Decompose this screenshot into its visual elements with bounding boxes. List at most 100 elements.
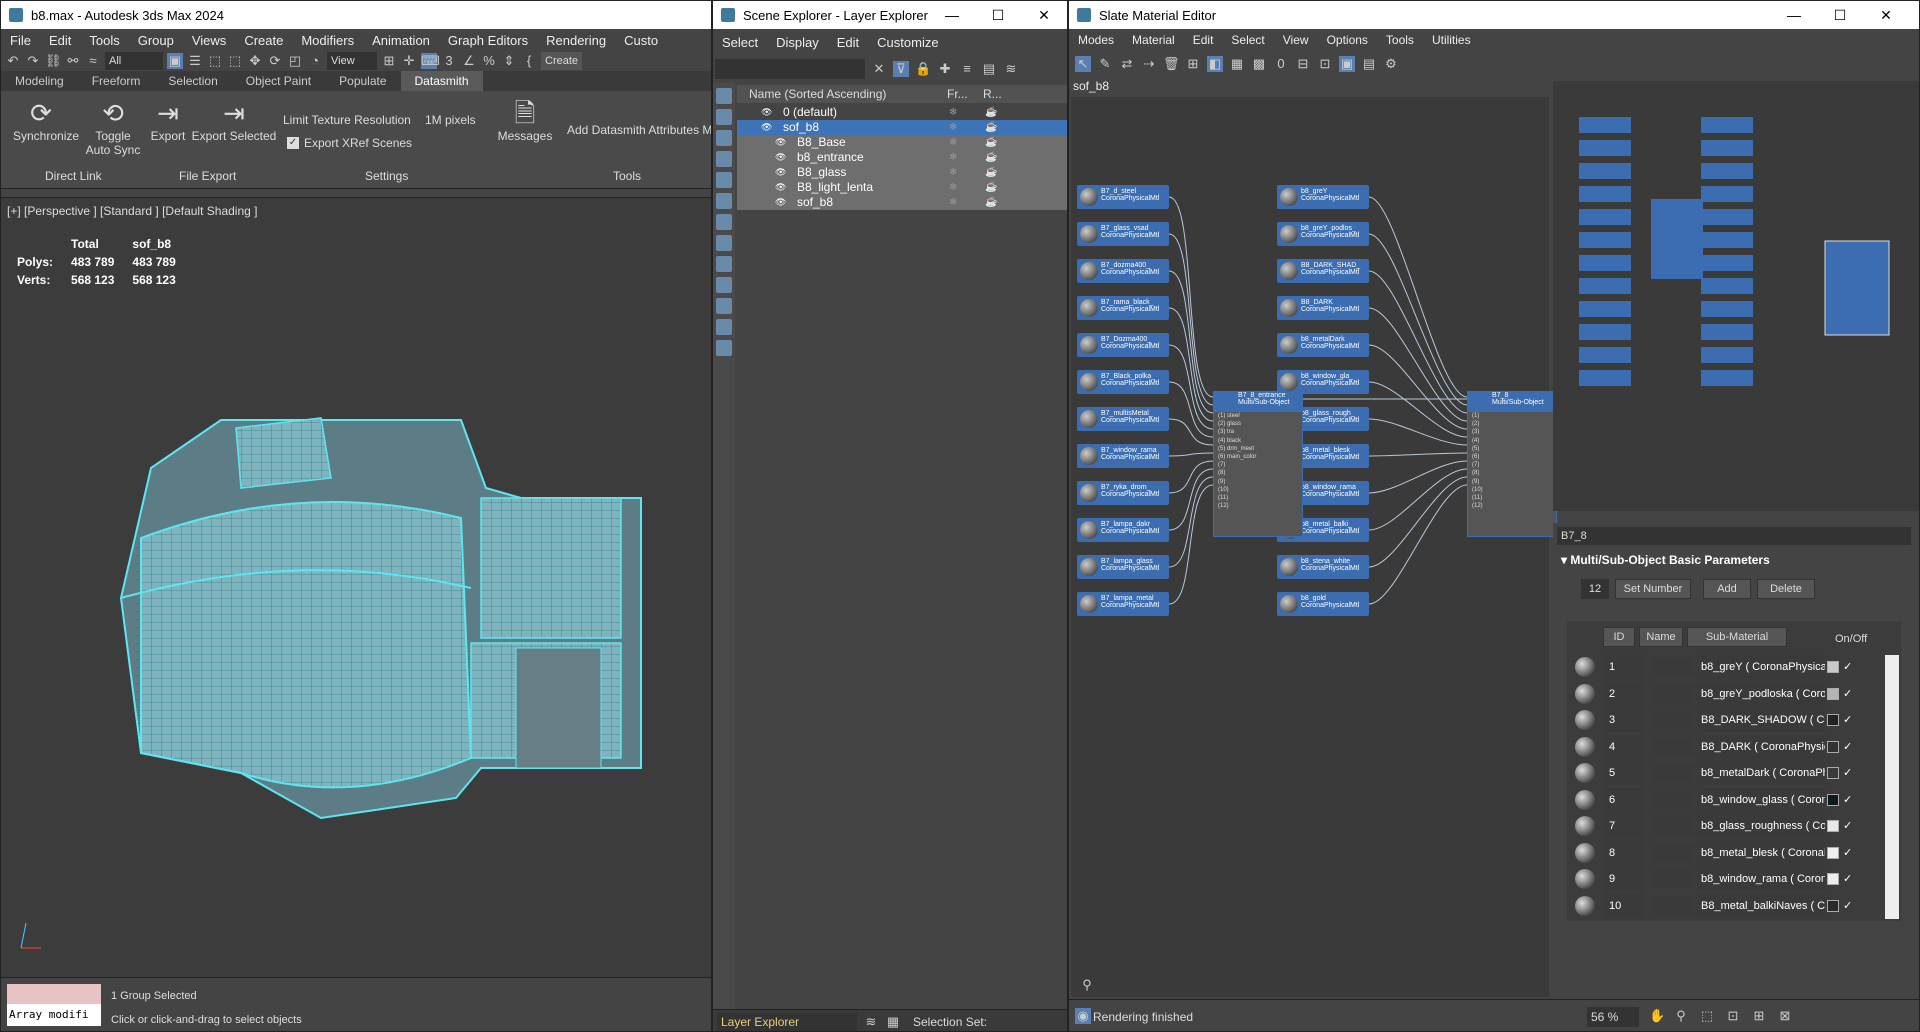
name-column-header[interactable]: Name (Sorted Ascending) bbox=[749, 87, 886, 101]
submaterial-name-field[interactable] bbox=[1653, 684, 1693, 703]
submaterial-name-field[interactable] bbox=[1653, 817, 1693, 835]
layer-row[interactable]: 👁 sof_b8 ❄ ☕ bbox=[737, 120, 1067, 135]
submaterial-color-swatch[interactable] bbox=[1827, 661, 1839, 673]
submaterial-row[interactable]: 4 B8_DARK ( CoronaPhysica ✓ bbox=[1571, 734, 1891, 759]
submaterial-name-field[interactable] bbox=[1653, 764, 1693, 782]
freeze-icon[interactable]: ❄ bbox=[949, 165, 957, 180]
max-menu-item[interactable]: Graph Editors bbox=[439, 33, 537, 48]
maxscript-listener-pink[interactable] bbox=[7, 984, 101, 1004]
render-icon[interactable]: ☕ bbox=[985, 165, 997, 180]
material-node[interactable]: B8_DARK CoronaPhysicalMtl bbox=[1277, 296, 1369, 320]
navigator-panel[interactable] bbox=[1553, 81, 1919, 511]
submaterial-scrollbar[interactable] bbox=[1885, 655, 1899, 919]
node-slot[interactable]: (8) bbox=[1214, 469, 1302, 477]
eye-icon[interactable]: 👁 bbox=[775, 195, 786, 210]
pan-icon[interactable]: ✋ bbox=[1649, 1008, 1665, 1024]
layout-all-icon[interactable]: ⊟ bbox=[1295, 56, 1311, 72]
maximize-icon[interactable]: ☐ bbox=[1817, 7, 1863, 24]
keyboard-shortcut-icon[interactable]: ⌨ bbox=[421, 53, 440, 69]
close-icon[interactable]: ✕ bbox=[1021, 7, 1067, 24]
submaterial-row[interactable]: 8 b8_metal_blesk ( CoronaF ✓ bbox=[1571, 840, 1891, 865]
eye-icon[interactable]: 👁 bbox=[761, 120, 772, 135]
layer-list-header[interactable]: Name (Sorted Ascending) Fr... R... bbox=[737, 85, 1067, 103]
submaterial-color-swatch[interactable] bbox=[1827, 873, 1839, 885]
submaterial-id[interactable]: 8 bbox=[1605, 840, 1645, 865]
export-selected-button[interactable]: ⇥ Export Selected bbox=[191, 97, 277, 143]
node-slot[interactable]: (5) drm_meet bbox=[1214, 445, 1302, 453]
zoom-dropdown[interactable]: 56 % bbox=[1587, 1007, 1639, 1027]
clear-search-icon[interactable]: ✕ bbox=[871, 61, 887, 77]
eye-icon[interactable]: 👁 bbox=[761, 105, 772, 120]
submaterial-name-field[interactable] bbox=[1653, 658, 1693, 676]
group-direct-link[interactable]: Direct Link bbox=[45, 169, 102, 183]
multi-sub-entrance-node[interactable]: B7_8_entrance Multi/Sub-Object (1) steel(… bbox=[1213, 391, 1303, 537]
submaterial-button[interactable]: b8_greY ( CoronaPhysical bbox=[1697, 655, 1825, 679]
rollout-title[interactable]: ▾ Multi/Sub-Object Basic Parameters bbox=[1561, 553, 1770, 567]
freeze-icon[interactable]: ❄ bbox=[949, 105, 957, 120]
submaterial-name-field[interactable] bbox=[1653, 790, 1693, 809]
slate-menu-item[interactable]: Material bbox=[1123, 33, 1184, 47]
max-menu-item[interactable]: Group bbox=[129, 33, 183, 48]
filter-icon[interactable]: ⊽ bbox=[893, 61, 909, 77]
material-preview-icon[interactable] bbox=[1575, 895, 1595, 916]
material-node[interactable]: B7_glass_vsad CoronaPhysicalMtl bbox=[1077, 222, 1169, 246]
reference-coord-dropdown[interactable]: View bbox=[327, 52, 377, 70]
node-slot[interactable]: (1) bbox=[1468, 412, 1556, 420]
submaterial-button[interactable]: B8_DARK ( CoronaPhysica bbox=[1697, 734, 1825, 759]
display-hidden-icon[interactable] bbox=[716, 340, 732, 356]
material-node[interactable]: B7_rama_black_ CoronaPhysicalMtl bbox=[1077, 296, 1169, 320]
selection-filter-dropdown[interactable]: All bbox=[105, 52, 163, 70]
zoom-extents-icon[interactable]: ⊡ bbox=[1725, 1008, 1741, 1024]
new-layer-icon[interactable]: ✚ bbox=[937, 61, 953, 77]
material-name-field[interactable]: B7_8 bbox=[1557, 527, 1911, 545]
render-icon[interactable]: ☕ bbox=[985, 180, 997, 195]
select-tool-icon[interactable]: ↖ bbox=[1075, 56, 1091, 72]
scene-menu-item[interactable]: Select bbox=[713, 35, 767, 50]
submaterial-color-swatch[interactable] bbox=[1827, 846, 1839, 859]
material-node[interactable]: b8_gold CoronaPhysicalMtl bbox=[1277, 592, 1369, 616]
material-node[interactable]: B7_multisMetal_ CoronaPhysicalMtl bbox=[1077, 407, 1169, 431]
group-file-export[interactable]: File Export bbox=[179, 169, 236, 183]
submaterial-onoff-checkbox[interactable]: ✓ bbox=[1843, 894, 1852, 918]
submaterial-button[interactable]: b8_window_rama ( Coron bbox=[1697, 867, 1825, 891]
freeze-icon[interactable]: ❄ bbox=[949, 135, 957, 150]
unlink-icon[interactable]: ⚯ bbox=[65, 53, 81, 69]
node-slot[interactable]: (7) bbox=[1214, 461, 1302, 469]
eye-icon[interactable]: 👁 bbox=[775, 135, 786, 150]
display-cameras-icon[interactable] bbox=[716, 172, 732, 188]
find-field[interactable] bbox=[715, 59, 865, 79]
id-column-header[interactable]: ID bbox=[1603, 627, 1635, 647]
add-button[interactable]: Add bbox=[1703, 579, 1751, 599]
ribbon-tab[interactable]: Object Paint bbox=[232, 71, 325, 91]
name-column-header[interactable]: Name bbox=[1639, 627, 1683, 647]
material-parameter-icon[interactable]: ▣ bbox=[1339, 56, 1355, 72]
display-bones-icon[interactable] bbox=[716, 277, 732, 293]
set-number-button[interactable]: Set Number bbox=[1615, 579, 1691, 599]
slate-menu-item[interactable]: Modes bbox=[1069, 33, 1123, 47]
pivot-icon[interactable]: ⊞ bbox=[381, 53, 397, 69]
display-spacewarps-icon[interactable] bbox=[716, 214, 732, 230]
submaterial-row[interactable]: 10 B8_metal_balkiNaves ( Co ✓ bbox=[1571, 893, 1891, 918]
ribbon-tab[interactable]: Populate bbox=[325, 71, 400, 91]
material-preview-icon[interactable] bbox=[1575, 816, 1595, 836]
submaterial-button[interactable]: b8_metal_blesk ( CoronaF bbox=[1697, 840, 1825, 865]
minimize-icon[interactable]: — bbox=[929, 7, 975, 24]
rotate-icon[interactable]: ⟳ bbox=[267, 53, 283, 69]
node-slot[interactable]: (10) bbox=[1214, 486, 1302, 494]
zoom-icon[interactable]: ⚲ bbox=[1673, 1008, 1689, 1024]
display-geometry-icon[interactable] bbox=[716, 109, 732, 125]
material-preview-icon[interactable] bbox=[1575, 789, 1595, 810]
place-icon[interactable]: ◔ bbox=[307, 53, 323, 69]
eye-icon[interactable]: 👁 bbox=[775, 150, 786, 165]
slate-menu-item[interactable]: Options bbox=[1318, 33, 1377, 47]
submaterial-onoff-checkbox[interactable]: ✓ bbox=[1843, 708, 1852, 732]
node-slot[interactable]: (6) main_color bbox=[1214, 453, 1302, 461]
pick-material-icon[interactable]: ✎ bbox=[1097, 56, 1113, 72]
background-icon[interactable]: ▩ bbox=[1251, 56, 1267, 72]
minimize-icon[interactable]: — bbox=[1771, 7, 1817, 24]
node-slot[interactable]: (4) bbox=[1468, 437, 1556, 445]
window-crossing-icon[interactable]: ⬚ bbox=[227, 53, 243, 69]
node-slot[interactable]: (8) bbox=[1468, 469, 1556, 477]
submaterial-color-swatch[interactable] bbox=[1827, 793, 1839, 806]
snap-icon[interactable]: 3 bbox=[441, 53, 457, 69]
